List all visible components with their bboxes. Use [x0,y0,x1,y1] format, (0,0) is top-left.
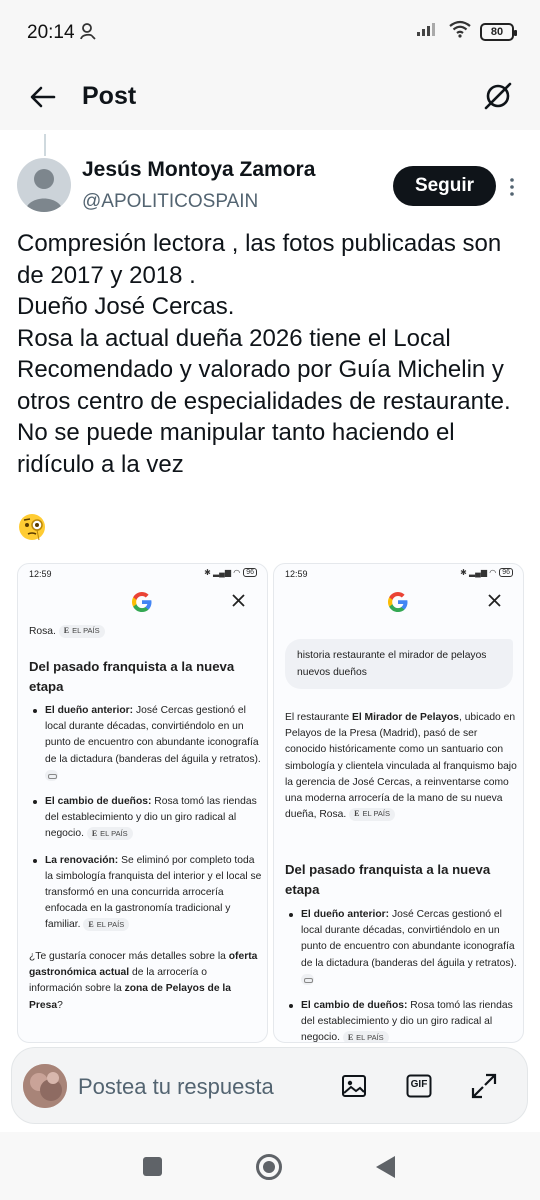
back-arrow-icon[interactable] [28,82,58,117]
image-status-icons: ✱ ▂▄▆ ◠ 96 [204,568,257,577]
source-label: EL PAÍS [356,1032,384,1042]
thread-connector-line [44,134,46,156]
image-status-time: 12:59 [285,569,308,579]
author-handle[interactable]: @APOLITICOSPAIN [82,191,258,213]
top-app-bar: Post [0,66,540,130]
list-item: La renovación: Se eliminó por completo t… [29,853,265,934]
attached-image-1[interactable]: 12:59 ✱ ▂▄▆ ◠ 96 Rosa. E EL PAÍS Del pasa… [17,563,268,1043]
fragment-text: Rosa. [29,626,56,637]
gif-icon[interactable]: GIF [406,1073,432,1104]
source-chip: E EL PAÍS [83,918,130,932]
author-avatar[interactable] [17,158,71,212]
image-battery: 96 [499,568,513,577]
reply-input[interactable]: Postea tu respuesta [78,1074,274,1100]
page-title: Post [82,82,137,110]
attached-image-2[interactable]: 12:59 ✱ ▂▄▆ ◠ 96 historia restaurante el… [273,563,524,1043]
list-item: El cambio de dueños: Rosa tomó las riend… [29,794,265,843]
intro-text: , ubicado en Pelayos de la Presa (Madrid… [285,712,517,821]
home-icon[interactable] [256,1154,282,1180]
source-chip: E EL PAÍS [86,827,133,841]
post-text: Compresión lectora , las fotos publicada… [17,230,511,478]
google-logo-icon [386,590,410,619]
image-status-icons: ✱ ▂▄▆ ◠ 96 [460,568,513,577]
image-heading: Del pasado franquista a la nueva etapa [29,659,235,694]
source-chip: E EL PAÍS [58,624,105,638]
footer-text: ? [57,999,63,1011]
bullet-bold: El dueño anterior: [301,909,390,920]
list-item: El dueño anterior: José Cercas gestionó … [29,703,265,784]
image-followup-question: ¿Te gustaría conocer más detalles sobre … [29,949,261,1014]
follow-button[interactable]: Seguir [393,166,496,206]
image-bullet-list: El dueño anterior: José Cercas gestionó … [285,907,521,1042]
gif-label: GIF [410,1079,428,1090]
recent-apps-icon[interactable] [143,1157,162,1176]
source-label: EL PAÍS [100,828,128,838]
list-item: El dueño anterior: José Cercas gestionó … [285,907,521,988]
source-chip: E EL PAÍS [349,808,395,821]
author-name[interactable]: Jesús Montoya Zamora [82,158,315,182]
close-icon [232,594,245,612]
bullet-bold: El cambio de dueños: [301,1000,408,1012]
link-icon [45,769,58,781]
status-bar: 20:14 80 [0,0,540,66]
expand-icon[interactable] [470,1072,498,1105]
status-time: 20:14 [27,22,75,43]
source-label: EL PAÍS [72,626,100,636]
intro-text: El restaurante [285,712,352,723]
source-chip: E EL PAÍS [342,1031,389,1042]
signal-icon [416,21,440,42]
status-icons: 80 [416,20,517,43]
intro-bold: El Mirador de Pelayos [351,712,459,723]
back-triangle-icon[interactable] [376,1156,395,1178]
face-with-monocle-emoji-icon [17,512,47,547]
person-key-icon [79,22,97,47]
image-icon[interactable] [341,1073,367,1104]
image-heading: Del pasado franquista a la nueva etapa [285,862,491,897]
footer-text: ¿Te gustaría conocer más detalles sobre … [29,951,229,962]
image-intro-paragraph: El restaurante El Mirador de Pelayos, ub… [285,710,517,823]
reply-composer-bar[interactable]: Postea tu respuesta GIF [11,1047,528,1124]
wifi-icon [448,20,472,43]
more-options-icon[interactable] [509,178,515,201]
user-avatar[interactable] [23,1064,67,1108]
image-text-fragment: Rosa. E EL PAÍS [29,624,261,640]
source-label: EL PAÍS [96,919,125,929]
search-query-bubble: historia restaurante el mirador de pelay… [285,639,513,689]
source-label: EL PAÍS [362,809,390,819]
image-bullet-list: El dueño anterior: José Cercas gestionó … [29,703,265,944]
battery-indicator: 80 [480,22,517,41]
image-status-time: 12:59 [29,569,52,579]
google-logo-icon [130,590,154,619]
close-icon [488,594,501,612]
image-battery: 96 [243,568,257,577]
list-item: El cambio de dueños: Rosa tomó las riend… [285,998,521,1042]
link-icon [301,973,314,985]
grok-icon[interactable] [482,80,514,117]
bullet-bold: El cambio de dueños: [45,796,152,808]
system-navigation-bar [0,1132,540,1200]
bullet-bold: La renovación: [45,854,119,866]
bullet-bold: El dueño anterior: [45,705,134,716]
